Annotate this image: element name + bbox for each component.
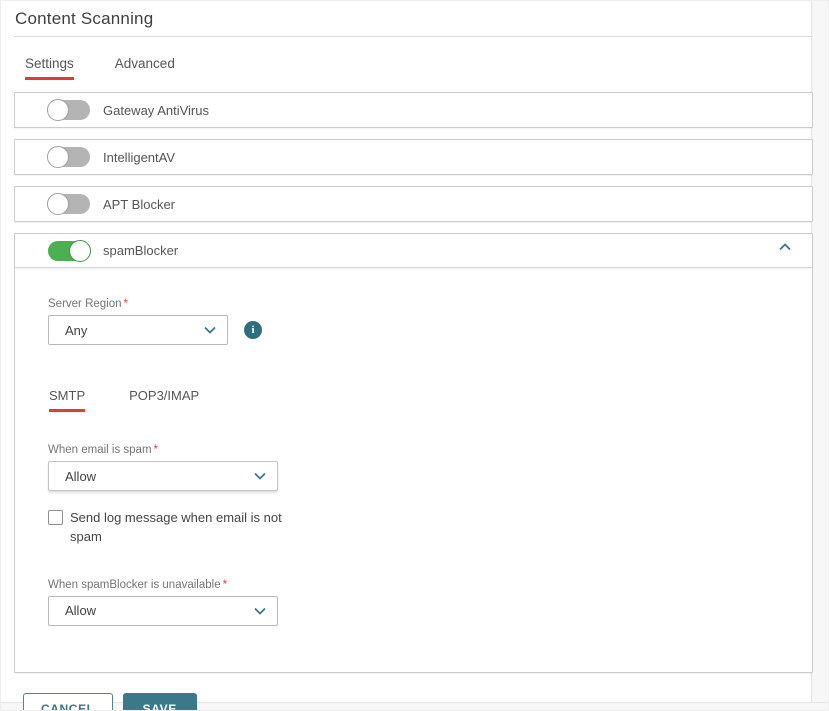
feature-cards: Gateway AntiVirus IntelligentAV APT Bloc…: [14, 92, 813, 673]
tab-smtp[interactable]: SMTP: [49, 388, 85, 412]
spamblocker-toggle[interactable]: [48, 241, 90, 261]
card-row: IntelligentAV: [15, 140, 812, 174]
when-spam-label: When email is spam*: [48, 444, 812, 456]
chevron-down-icon: [254, 472, 266, 480]
card-apt-blocker: APT Blocker: [14, 186, 813, 222]
main-tabs: Settings Advanced: [14, 37, 813, 80]
field-label-text: When spamBlocker is unavailable: [48, 579, 221, 591]
field-label-text: Server Region: [48, 298, 122, 310]
card-spamblocker: spamBlocker Server Region* Any: [14, 233, 813, 673]
intelligentav-toggle[interactable]: [48, 147, 90, 167]
footer-actions: CANCEL SAVE: [23, 693, 813, 711]
send-log-row: Send log message when email is not spam: [48, 509, 812, 547]
card-row: spamBlocker: [15, 234, 812, 268]
spamblocker-settings: Server Region* Any i SMTP POP3/I: [15, 268, 812, 672]
toggle-label: IntelligentAV: [103, 150, 175, 165]
when-unavailable-select[interactable]: Allow: [48, 596, 278, 626]
content-scanning-page: Content Scanning Settings Advanced Gatew…: [0, 0, 829, 711]
when-spam-select[interactable]: Allow: [48, 461, 278, 491]
toggle-label: APT Blocker: [103, 197, 175, 212]
cancel-button[interactable]: CANCEL: [23, 693, 113, 711]
tab-pop3-imap[interactable]: POP3/IMAP: [129, 388, 199, 412]
toggle-knob: [47, 99, 69, 121]
required-asterisk: *: [154, 444, 158, 456]
toggle-label: Gateway AntiVirus: [103, 103, 209, 118]
protocol-tabs: SMTP POP3/IMAP: [49, 388, 812, 412]
server-region-row: Any i: [48, 315, 812, 345]
gateway-antivirus-toggle[interactable]: [48, 100, 90, 120]
server-region-label: Server Region*: [48, 298, 812, 310]
tab-settings[interactable]: Settings: [25, 56, 74, 80]
page-title: Content Scanning: [14, 1, 813, 36]
when-spam-field: When email is spam* Allow: [48, 444, 812, 491]
when-unavailable-value: Allow: [65, 603, 96, 618]
send-log-checkbox[interactable]: [48, 510, 63, 525]
apt-blocker-toggle[interactable]: [48, 194, 90, 214]
toggle-knob: [47, 193, 69, 215]
card-intelligentav: IntelligentAV: [14, 139, 813, 175]
server-region-select[interactable]: Any: [48, 315, 228, 345]
toggle-knob: [69, 240, 91, 262]
chevron-down-icon: [204, 326, 216, 334]
tab-advanced[interactable]: Advanced: [115, 56, 175, 80]
save-button[interactable]: SAVE: [123, 693, 197, 711]
card-row: Gateway AntiVirus: [15, 93, 812, 127]
chevron-up-icon[interactable]: [779, 243, 791, 251]
when-spam-value: Allow: [65, 469, 96, 484]
page-right-gutter: [811, 1, 828, 710]
card-gateway-antivirus: Gateway AntiVirus: [14, 92, 813, 128]
toggle-knob: [47, 146, 69, 168]
chevron-down-icon: [254, 607, 266, 615]
required-asterisk: *: [223, 579, 227, 591]
send-log-label: Send log message when email is not spam: [70, 509, 310, 547]
required-asterisk: *: [124, 298, 128, 310]
toggle-label: spamBlocker: [103, 243, 178, 258]
info-icon[interactable]: i: [244, 321, 262, 339]
field-label-text: When email is spam: [48, 444, 152, 456]
when-unavailable-label: When spamBlocker is unavailable*: [48, 579, 812, 591]
main-content: Content Scanning Settings Advanced Gatew…: [1, 1, 813, 711]
card-row: APT Blocker: [15, 187, 812, 221]
server-region-value: Any: [65, 323, 87, 338]
when-unavailable-field: When spamBlocker is unavailable* Allow: [48, 579, 812, 626]
